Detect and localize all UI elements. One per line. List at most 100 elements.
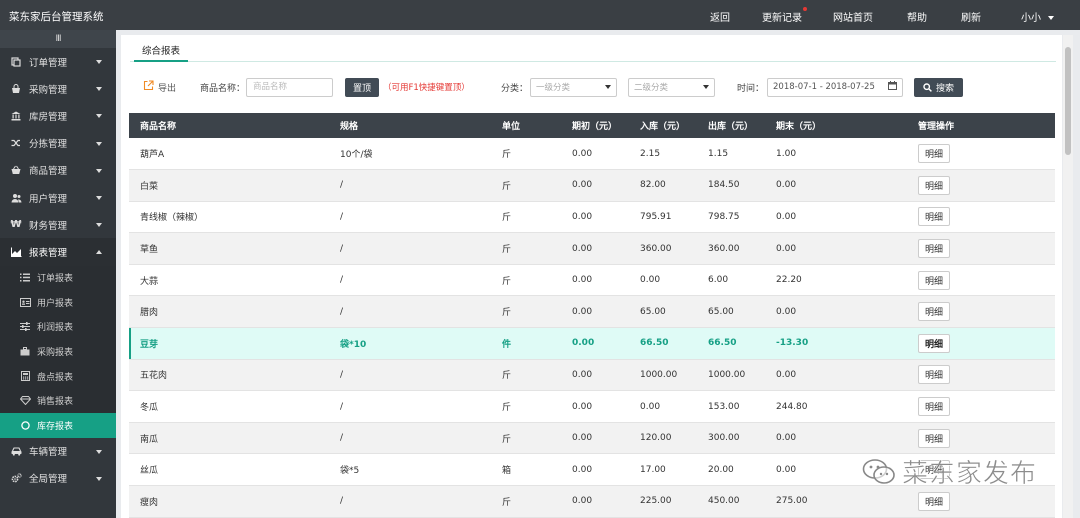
table-cell: 草鱼: [129, 232, 340, 265]
sidebar-subitem-profit-report[interactable]: 利润报表: [0, 315, 116, 340]
table-cell: 82.00: [640, 169, 708, 202]
date-range-value: 2018-07-1 - 2018-07-25: [773, 82, 875, 92]
detail-button[interactable]: 明细: [918, 491, 951, 511]
filter-toolbar: 导出 商品名称： 置顶 （可用F1快捷键置顶） 分类： 一级分类 二级分类 时间…: [121, 77, 1062, 101]
table-row[interactable]: 豆芽 袋*10 件 0.00 66.50 66.50 -13.30 明细: [129, 327, 1055, 360]
column-header: 入库（元）: [640, 113, 708, 138]
detail-button[interactable]: 明细: [918, 175, 951, 195]
date-range-picker[interactable]: 2018-07-1 - 2018-07-25: [767, 77, 903, 97]
table-row[interactable]: 南瓜 / 斤 0.00 120.00 300.00 0.00 明细: [129, 422, 1055, 455]
table-cell-actions: 明细: [918, 295, 1055, 329]
detail-button[interactable]: 明细: [918, 365, 951, 385]
sidebar-item-global[interactable]: 全局管理: [0, 465, 116, 492]
chevron-up-icon: [96, 250, 102, 255]
product-name-input[interactable]: [246, 77, 333, 97]
table-row[interactable]: 葫芦A 10个/袋斤 0.00 2.15 1.15 1.00 明细: [129, 138, 1055, 171]
table-cell-actions: 明细: [918, 138, 1055, 171]
table-cell: 斤: [502, 201, 572, 234]
detail-button[interactable]: 明细: [918, 460, 951, 480]
sidebar-item-orders[interactable]: 订单管理: [0, 48, 116, 75]
table-row[interactable]: 丝瓜 袋*5 箱 0.00 17.00 20.00 0.00 明细: [129, 453, 1055, 487]
table-cell: 件: [502, 327, 572, 360]
table-row[interactable]: 冬瓜 / 斤 0.00 0.00 153.00 244.80 明细: [129, 390, 1055, 423]
export-button[interactable]: 导出: [143, 77, 176, 97]
table-cell: 1000.00: [708, 359, 776, 392]
table-cell: 斤: [502, 485, 572, 518]
external-link-icon: [143, 80, 154, 94]
sidebar-item-warehouse[interactable]: 库房管理: [0, 102, 116, 129]
detail-button[interactable]: 明细: [918, 428, 951, 448]
detail-button[interactable]: 明细: [918, 270, 951, 290]
sidebar-subitem-stock-report[interactable]: 库存报表: [0, 413, 116, 438]
id-card-icon: [19, 296, 31, 308]
sidebar-item-label: 商品管理: [29, 166, 68, 178]
table-body: 葫芦A 10个/袋斤 0.00 2.15 1.15 1.00 明细 白菜 / 斤 0.00 82.00…: [129, 138, 1055, 518]
sidebar-subitem-user-report[interactable]: 用户报表: [0, 290, 116, 315]
table-cell: 0.00: [776, 359, 918, 392]
help-link[interactable]: 帮助: [907, 9, 927, 24]
table-row[interactable]: 大蒜 / 斤 0.00 0.00 6.00 22.20 明细: [129, 264, 1055, 297]
sidebar-item-vehicles[interactable]: 车辆管理: [0, 438, 116, 465]
column-header: 规格: [340, 113, 502, 138]
diamond-icon: [19, 395, 31, 407]
sidebar-item-purchase[interactable]: 采购管理: [0, 75, 116, 102]
sidebar-subitem-inventory-check-report[interactable]: 盘点报表: [0, 364, 116, 389]
category1-select[interactable]: 一级分类: [530, 77, 617, 97]
table-cell: 450.00: [708, 485, 776, 518]
table-cell: 300.00: [708, 422, 776, 455]
table-row[interactable]: 瘦肉 / 斤 0.00 225.00 450.00 275.00 明细: [129, 485, 1055, 518]
pin-top-button[interactable]: 置顶: [345, 77, 380, 97]
user-menu[interactable]: 小小: [1021, 9, 1054, 24]
bank-icon: [10, 110, 22, 122]
sidebar-item-users[interactable]: 用户管理: [0, 184, 116, 211]
table-row[interactable]: 五花肉 / 斤 0.00 1000.00 1000.00 0.00 明细: [129, 359, 1055, 392]
table-row[interactable]: 腊肉 / 斤 0.00 65.00 65.00 0.00 明细: [129, 295, 1055, 329]
table-row[interactable]: 白菜 / 斤 0.00 82.00 184.50 0.00 明细: [129, 169, 1055, 202]
shuffle-icon: [10, 137, 22, 149]
detail-button[interactable]: 明细: [918, 144, 951, 164]
table-cell: 斤: [502, 359, 572, 392]
table-cell: 65.00: [708, 295, 776, 329]
sidebar-item-products[interactable]: 商品管理: [0, 157, 116, 184]
table-cell: 0.00: [640, 264, 708, 297]
sidebar-toggle[interactable]: III: [0, 30, 116, 48]
sidebar-subitem-order-report[interactable]: 订单报表: [0, 266, 116, 291]
tab-comprehensive-report[interactable]: 综合报表: [134, 43, 189, 62]
table-row[interactable]: 青线椒（辣椒） / 斤 0.00 795.91 798.75 0.00 明细: [129, 201, 1055, 234]
sidebar-subitem-purchase-report[interactable]: 采购报表: [0, 339, 116, 364]
detail-button[interactable]: 明细: [918, 239, 951, 259]
table-row[interactable]: 草鱼 / 斤 0.00 360.00 360.00 0.00 明细: [129, 232, 1055, 265]
detail-button[interactable]: 明细: [918, 207, 951, 227]
table-cell: /: [340, 359, 502, 392]
detail-button[interactable]: 明细: [918, 333, 951, 353]
sidebar-item-finance[interactable]: ₩ 财务管理: [0, 211, 116, 238]
user-name: 小小: [1021, 13, 1041, 24]
search-label: 搜索: [936, 83, 955, 94]
table-cell: 0.00: [572, 390, 640, 423]
table-cell: 22.20: [776, 264, 918, 297]
site-home-link[interactable]: 网站首页: [833, 9, 873, 24]
scrollbar-thumb[interactable]: [1065, 47, 1071, 155]
sidebar-subitem-sales-report[interactable]: 销售报表: [0, 388, 116, 413]
table-cell-actions: 明细: [918, 359, 1055, 392]
back-link[interactable]: 返回: [710, 9, 730, 24]
table-cell-actions: 明细: [918, 453, 1055, 487]
table-cell: 2.15: [640, 138, 708, 171]
chevron-down-icon: [96, 449, 102, 454]
chevron-down-icon: [96, 168, 102, 173]
search-button[interactable]: 搜索: [914, 77, 964, 97]
sidebar-item-sorting[interactable]: 分拣管理: [0, 130, 116, 157]
refresh-link[interactable]: 刷新: [961, 9, 981, 24]
car-icon: [10, 445, 22, 457]
sidebar-item-reports[interactable]: 报表管理: [0, 238, 116, 266]
detail-button[interactable]: 明细: [918, 397, 951, 417]
page-scrollbar[interactable]: [1063, 35, 1073, 518]
table-cell: 1000.00: [640, 359, 708, 392]
chevron-down-icon: [96, 60, 102, 64]
table-cell-actions: 明细: [918, 201, 1055, 234]
category2-select[interactable]: 二级分类: [628, 77, 715, 97]
chevron-down-icon: [605, 85, 611, 89]
table-cell-actions: 明细: [918, 169, 1055, 202]
detail-button[interactable]: 明细: [918, 302, 951, 322]
update-log-link[interactable]: 更新记录: [762, 7, 807, 24]
